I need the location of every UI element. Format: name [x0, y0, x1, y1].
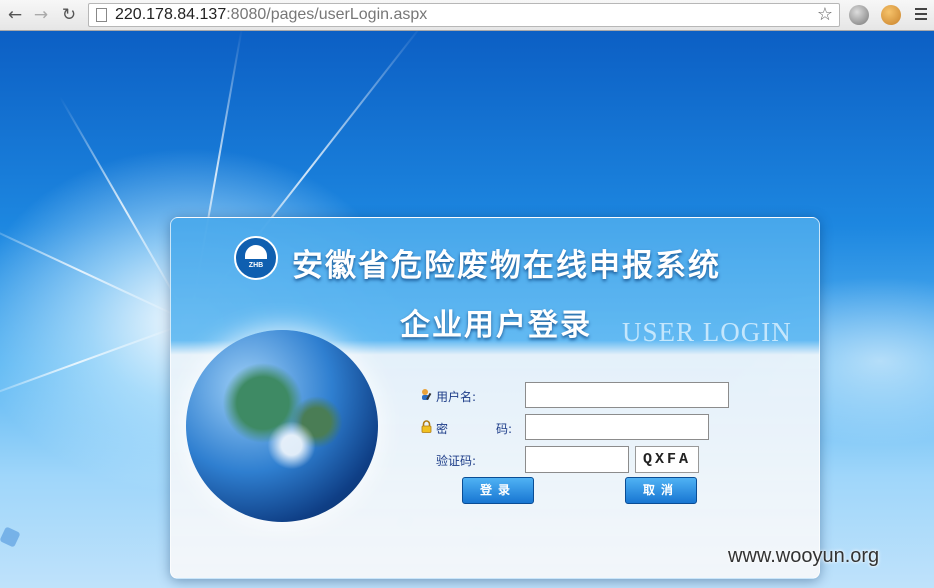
- password-input[interactable]: [525, 414, 709, 440]
- captcha-image[interactable]: QXFA: [635, 446, 699, 473]
- globe-extension-icon[interactable]: [849, 5, 869, 25]
- url-text[interactable]: 220.178.84.137:8080/pages/userLogin.aspx: [115, 5, 427, 25]
- login-button[interactable]: 登录: [462, 477, 534, 504]
- lock-icon: [421, 420, 432, 433]
- login-panel: ZHB 安徽省危险废物在线申报系统 企业用户登录 USER LOGIN 用户名:…: [170, 217, 820, 579]
- password-label: 密: [436, 422, 449, 436]
- decorative-cube: [0, 526, 21, 548]
- login-title: 企业用户登录: [400, 308, 592, 343]
- back-button[interactable]: ←: [4, 4, 26, 26]
- password-label-suffix: 码:: [496, 422, 513, 436]
- url-path: :8080/pages/userLogin.aspx: [226, 6, 428, 23]
- url-host: 220.178.84.137: [115, 6, 227, 23]
- username-input[interactable]: [525, 382, 729, 408]
- page-viewport: ZHB 安徽省危险废物在线申报系统 企业用户登录 USER LOGIN 用户名:…: [0, 31, 934, 588]
- cookie-extension-icon[interactable]: [881, 5, 901, 25]
- page-icon: [96, 8, 107, 22]
- cancel-button[interactable]: 取消: [625, 477, 697, 504]
- user-edit-icon: [422, 389, 432, 400]
- emblem-logo: ZHB: [234, 236, 278, 280]
- reload-icon: ↻: [61, 5, 77, 25]
- captcha-input[interactable]: [525, 446, 629, 473]
- menu-icon[interactable]: [915, 8, 927, 22]
- watermark-text: www.wooyun.org: [728, 545, 880, 567]
- earth-globe-image: [186, 330, 378, 522]
- back-arrow-icon: ←: [7, 5, 23, 25]
- forward-arrow-icon: →: [33, 5, 49, 25]
- address-bar[interactable]: 220.178.84.137:8080/pages/userLogin.aspx…: [88, 3, 840, 27]
- reload-button[interactable]: ↻: [58, 4, 80, 26]
- bookmark-star-icon[interactable]: ☆: [817, 4, 833, 26]
- system-title: 安徽省危险废物在线申报系统: [292, 248, 721, 284]
- browser-toolbar: ← → ↻ 220.178.84.137:8080/pages/userLogi…: [0, 0, 934, 31]
- forward-button[interactable]: →: [30, 4, 52, 26]
- english-title: USER LOGIN: [622, 317, 792, 347]
- captcha-label: 验证码:: [436, 454, 477, 468]
- light-ray: [0, 321, 191, 406]
- username-label: 用户名:: [436, 390, 477, 404]
